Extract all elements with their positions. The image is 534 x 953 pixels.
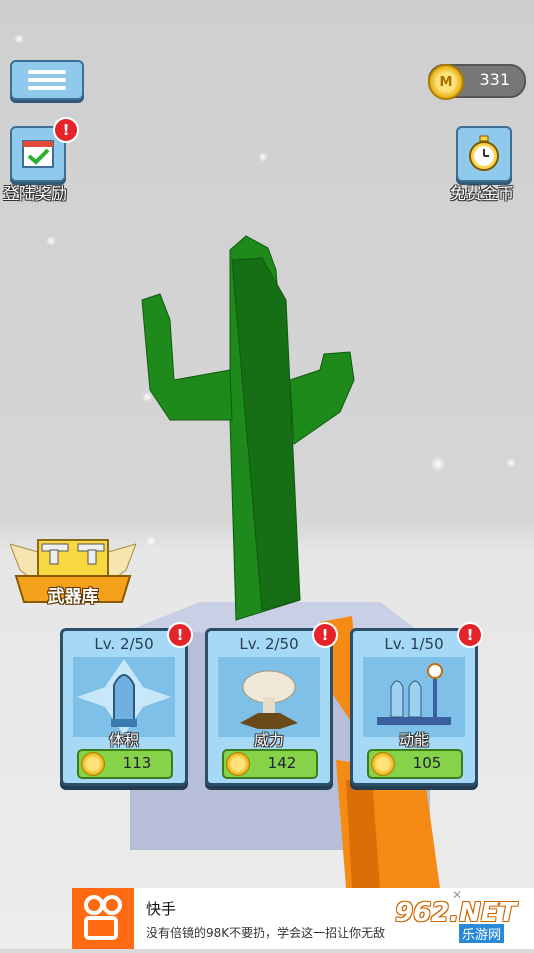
alarm-clock-icon (469, 135, 499, 171)
alert-badge: ! (167, 622, 193, 648)
card-image (363, 657, 465, 737)
coin-icon (371, 752, 395, 776)
card-name: 威力 (253, 731, 284, 749)
alert-badge: ! (53, 117, 79, 143)
ad-text: 没有倍镜的98K不要扔，学会这一招让你无敌 (146, 926, 386, 940)
card-name: 动能 (398, 731, 429, 749)
upgrade-card-kinetic[interactable]: Lv. 1/50 动能 105 (350, 628, 478, 786)
kuaishou-logo-icon (72, 888, 134, 949)
menu-line (28, 86, 66, 90)
bullet-icon (77, 659, 171, 735)
ad-title: 快手 (146, 900, 177, 918)
coin-icon (81, 752, 105, 776)
upgrade-card-power[interactable]: Lv. 2/50 威力 142 (205, 628, 333, 786)
card-image (73, 657, 175, 737)
login-reward-label: 登陆奖励 (3, 184, 68, 203)
menu-line (28, 70, 66, 74)
armory-label: 武器库 (47, 587, 99, 607)
upgrade-card-size[interactable]: Lv. 2/50 体积 113 (60, 628, 188, 786)
upgrade-buy-button[interactable]: 113 (77, 749, 173, 779)
upgrade-price: 105 (412, 754, 442, 772)
gauge-icon (377, 663, 451, 725)
watermark-sub: 乐游网 (459, 924, 505, 943)
watermark-logo: 962.NET 乐游网 (395, 898, 531, 944)
menu-button[interactable] (10, 60, 84, 100)
game-scene: M 331 ! 登陆奖励 免费金币 武器库 Lv. 2/50 体积 113 ! … (0, 0, 534, 949)
scene-art (130, 235, 440, 888)
coin-icon: M (428, 64, 464, 100)
card-name: 体积 (108, 731, 139, 749)
coin-counter: M 331 (428, 64, 526, 100)
armory-button[interactable]: 武器库 (9, 530, 137, 607)
alert-badge: ! (312, 622, 338, 648)
card-image (218, 657, 320, 737)
upgrade-price: 142 (267, 754, 297, 772)
free-coins-label: 免费金币 (450, 184, 515, 203)
free-coins-button[interactable] (456, 126, 512, 182)
menu-line (28, 78, 66, 82)
cactus (141, 235, 355, 621)
upgrade-price: 113 (122, 754, 152, 772)
coin-count: 331 (479, 70, 510, 89)
upgrade-buy-button[interactable]: 142 (222, 749, 318, 779)
alert-badge: ! (457, 622, 483, 648)
explosion-icon (240, 670, 298, 729)
upgrade-buy-button[interactable]: 105 (367, 749, 463, 779)
coin-icon (226, 752, 250, 776)
